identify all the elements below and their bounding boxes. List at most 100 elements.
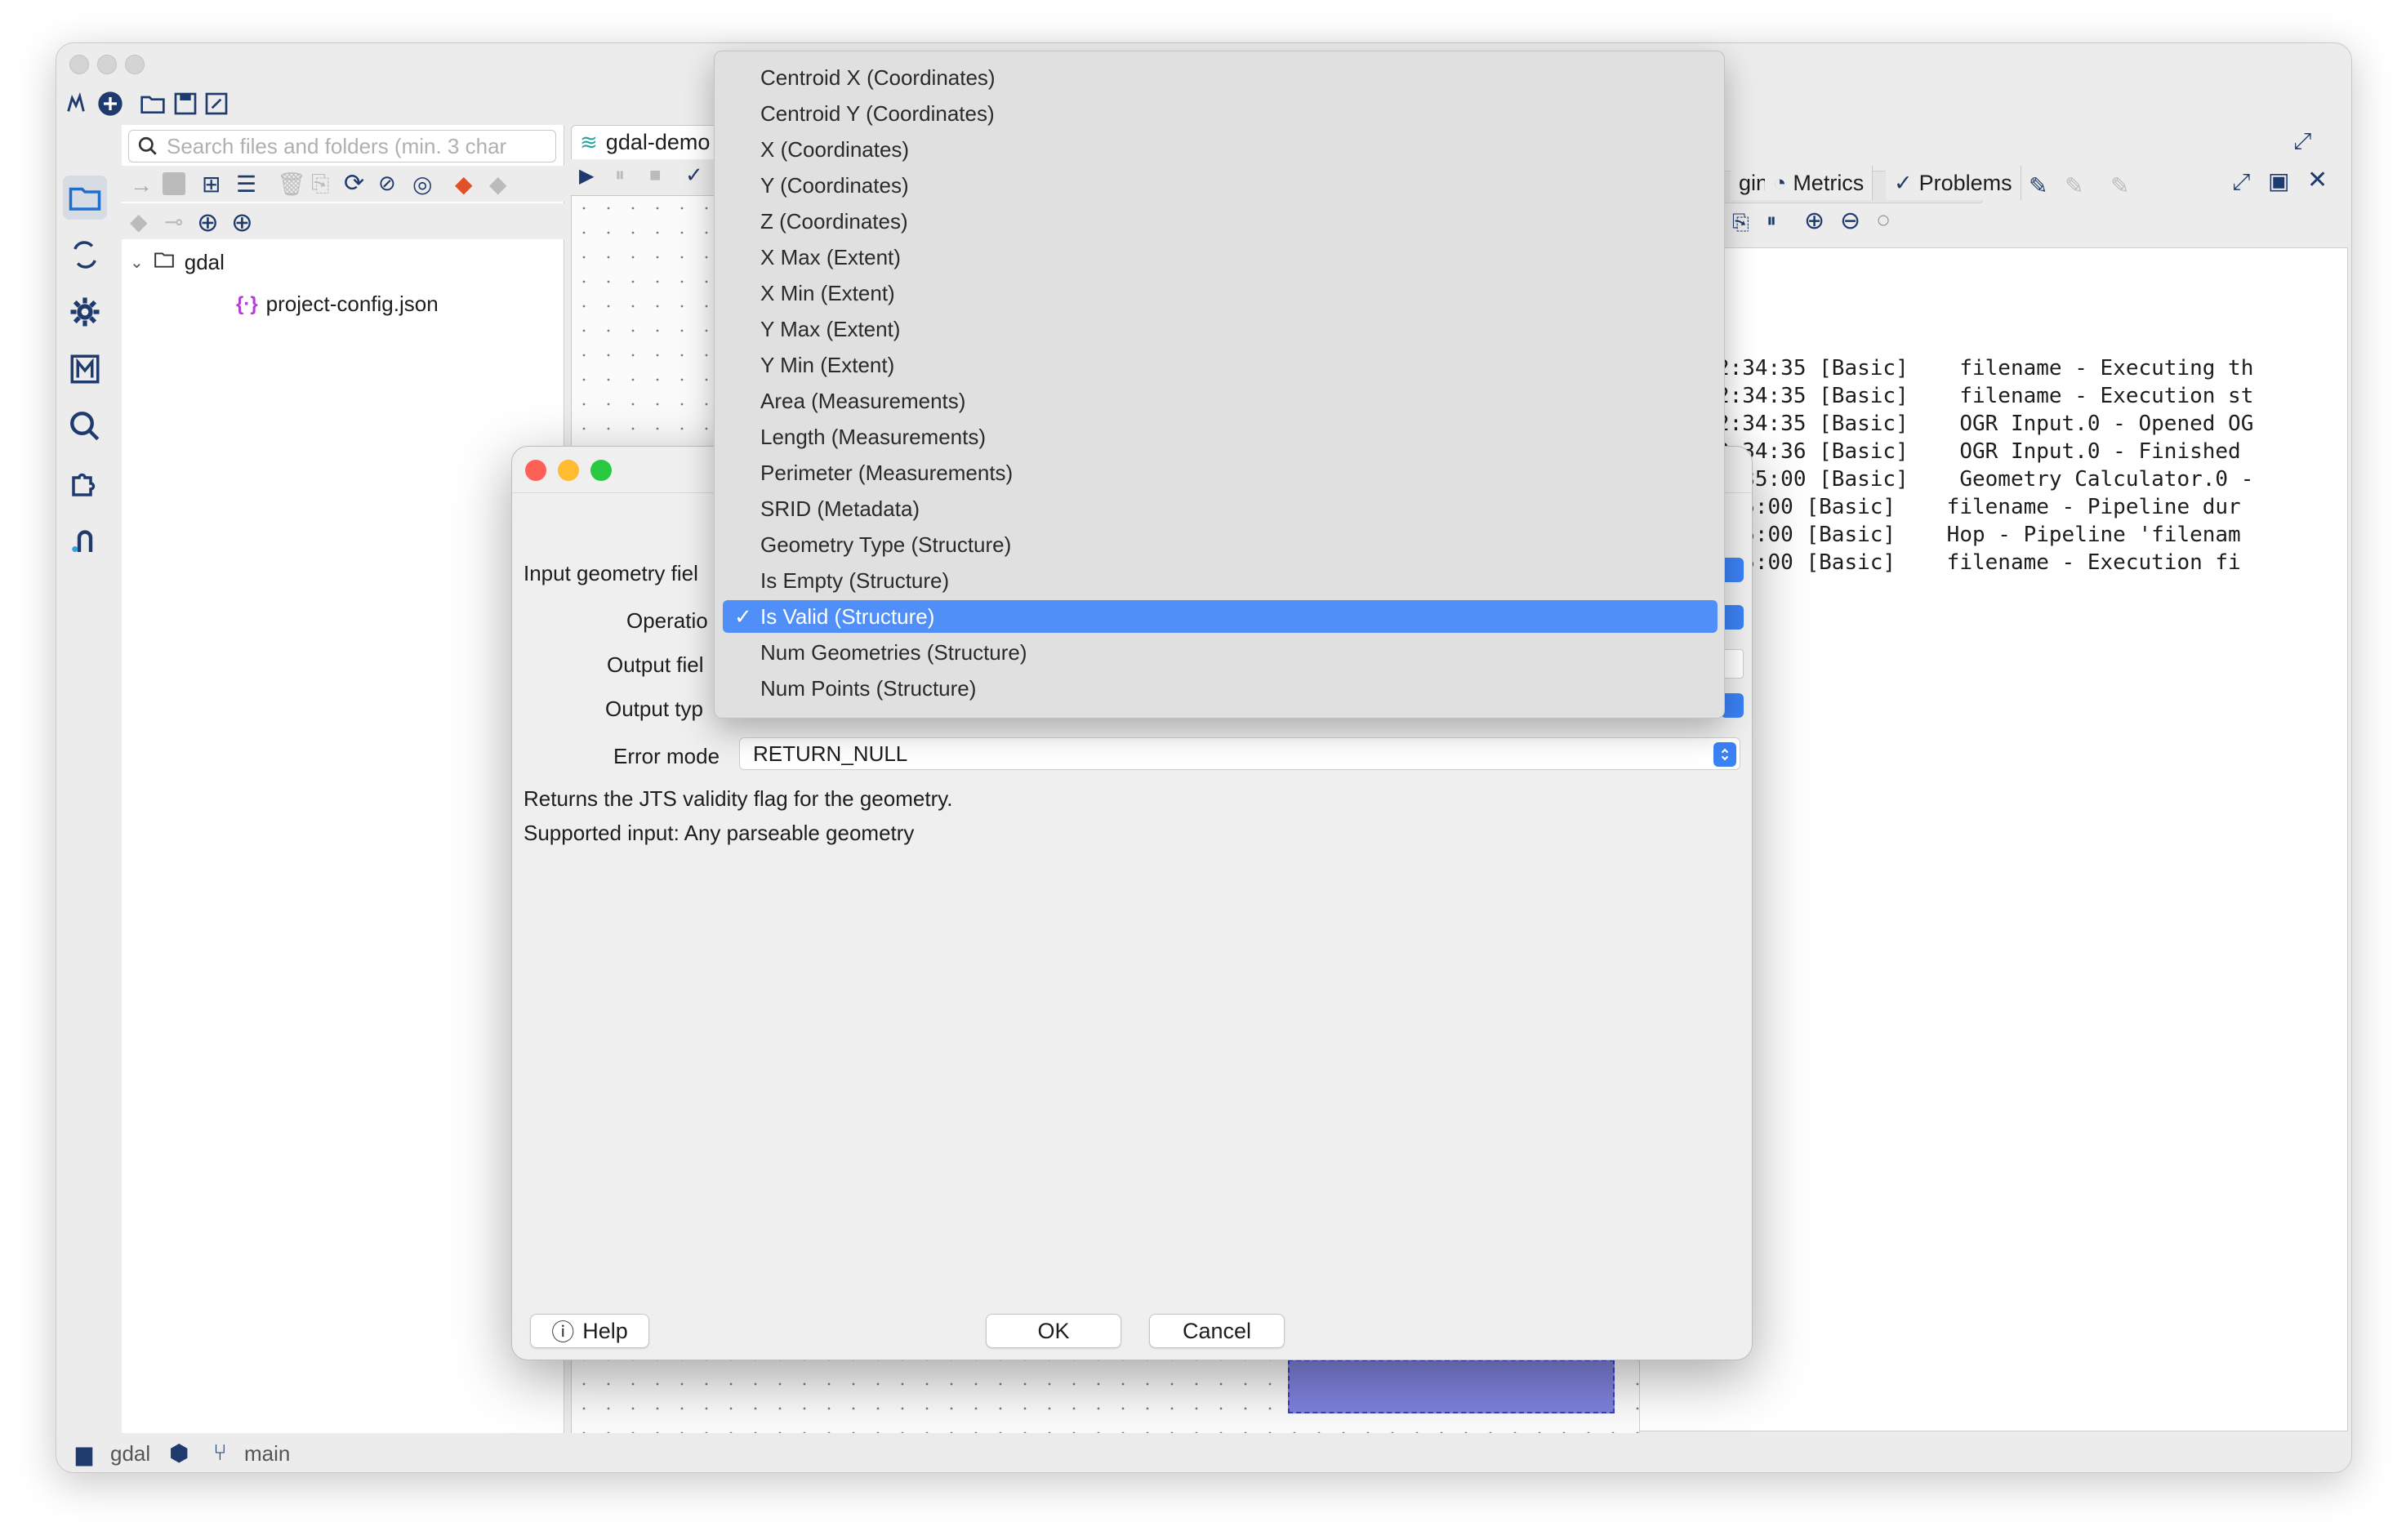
- stop-icon[interactable]: ■: [649, 164, 662, 187]
- dropdown-menu-item[interactable]: Y Min (Extent): [723, 349, 1718, 381]
- dialog-close-button[interactable]: [525, 460, 546, 481]
- tree-item-gdal[interactable]: ⌄ gdal: [130, 249, 225, 276]
- pull-down-icon[interactable]: ⊕: [231, 207, 253, 238]
- tree-item-label: gdal: [184, 250, 225, 274]
- metadata-icon[interactable]: [63, 347, 107, 391]
- help-button[interactable]: ⓘ Help: [530, 1314, 649, 1348]
- json-file-icon: {·}: [236, 292, 258, 315]
- search-perspective-icon[interactable]: [63, 404, 107, 448]
- canvas-selection-rectangle[interactable]: [1288, 1360, 1615, 1413]
- open-file-icon[interactable]: [140, 91, 166, 117]
- tab-metrics[interactable]: ◔ Metrics: [1765, 166, 1874, 200]
- dropdown-menu-item[interactable]: Centroid Y (Coordinates): [723, 97, 1718, 130]
- edit-icon[interactable]: ✎: [2029, 172, 2047, 199]
- explorer-perspective-icon[interactable]: [63, 176, 107, 220]
- log-line: 5/11 12:34:35 [Basic] filename - Executi…: [1640, 356, 2254, 381]
- dropdown-menu-item[interactable]: SRID (Metadata): [723, 492, 1718, 525]
- dropdown-menu-item[interactable]: X (Coordinates): [723, 133, 1718, 166]
- pause-log-icon[interactable]: ⏸: [1767, 210, 1776, 233]
- window-close-button[interactable]: [69, 55, 89, 74]
- plugins-puzzle-icon[interactable]: [63, 461, 107, 505]
- expand-icon[interactable]: ⤢: [2232, 169, 2250, 196]
- project-name[interactable]: gdal: [110, 1441, 150, 1467]
- dropdown-menu-item[interactable]: Area (Measurements): [723, 385, 1718, 417]
- commit-icon[interactable]: ⊸: [164, 208, 183, 235]
- dropdown-menu-item[interactable]: X Max (Extent): [723, 241, 1718, 274]
- explorer-toolbar-row-2: ◆ ⊸ ⊕ ⊕: [122, 203, 564, 239]
- dropdown-menu-item[interactable]: Perimeter (Measurements): [723, 456, 1718, 489]
- cancel-button[interactable]: Cancel: [1149, 1314, 1285, 1348]
- dropdown-menu-item[interactable]: Centroid X (Coordinates): [723, 61, 1718, 94]
- operation-dropdown-menu: Centroid X (Coordinates) Centroid Y (Coor…: [714, 51, 1725, 719]
- dialog-zoom-button[interactable]: [590, 460, 612, 481]
- push-up-icon[interactable]: ⊕: [197, 207, 219, 238]
- dropdown-menu-item-label: Is Empty (Structure): [760, 567, 950, 593]
- explorer-search-field[interactable]: [128, 130, 556, 162]
- output-field-label: Output fiel: [607, 652, 704, 677]
- dropdown-menu-item[interactable]: Geometry Type (Structure): [723, 528, 1718, 561]
- run-icon[interactable]: ▶: [579, 164, 594, 188]
- dropdown-menu-item-label: X (Coordinates): [760, 136, 910, 162]
- locate-icon[interactable]: ◎: [412, 171, 432, 198]
- check-icon[interactable]: ✓: [685, 162, 703, 188]
- dropdown-menu-item[interactable]: Y (Coordinates): [723, 169, 1718, 202]
- check-icon: ✓: [1894, 170, 1913, 195]
- window-zoom-button[interactable]: [125, 55, 145, 74]
- list-icon[interactable]: ☰: [236, 171, 256, 198]
- search-input[interactable]: [167, 134, 542, 158]
- zoom-out-icon[interactable]: ⊖: [1840, 207, 1860, 235]
- pause-icon[interactable]: ⏸: [615, 164, 625, 187]
- configuration-gear-icon[interactable]: [63, 290, 107, 334]
- tab-pipeline-editor[interactable]: ≋ gdal-demo: [571, 125, 723, 159]
- zoom-reset-icon[interactable]: ○: [1876, 207, 1891, 234]
- dropdown-menu-item[interactable]: X Min (Extent): [723, 277, 1718, 309]
- tab-problems[interactable]: ✓ Problems: [1886, 166, 2021, 200]
- zoom-in-icon[interactable]: ⊕: [1804, 207, 1825, 235]
- new-file-icon[interactable]: [97, 91, 123, 117]
- dialog-minimize-button[interactable]: [558, 460, 579, 481]
- tab-label: Problems: [1918, 170, 2012, 195]
- environment-cube-icon[interactable]: ⬢: [169, 1440, 189, 1467]
- dropdown-menu-item-label: X Max (Extent): [760, 244, 901, 269]
- copy-icon[interactable]: ⎘: [311, 171, 329, 198]
- log-line: 5/11 12:34:35 [Basic] filename - Executi…: [1640, 384, 2254, 408]
- copy-log-icon[interactable]: ⎘: [1732, 210, 1749, 236]
- gauge-icon: ◔: [1773, 170, 1787, 195]
- dropdown-menu-item[interactable]: Z (Coordinates): [723, 205, 1718, 238]
- dropdown-menu-item[interactable]: Num Geometries (Structure): [723, 636, 1718, 669]
- save-icon[interactable]: [172, 91, 198, 117]
- pin-icon[interactable]: ▣: [2268, 167, 2289, 194]
- new-folder-icon[interactable]: [163, 172, 185, 195]
- tree-item-project-config[interactable]: {·} project-config.json: [236, 292, 439, 317]
- edit-copy-icon[interactable]: ✎: [2065, 172, 2083, 199]
- dropdown-menu-item[interactable]: Y Max (Extent): [723, 313, 1718, 345]
- dropdown-menu-item-label: Length (Measurements): [760, 424, 987, 449]
- dropdown-menu-item[interactable]: Length (Measurements): [723, 421, 1718, 453]
- chevron-down-icon[interactable]: ⌄: [130, 252, 144, 273]
- up-down-chevron-icon: [1713, 742, 1736, 767]
- dropdown-menu-item[interactable]: ✓ Is Valid (Structure): [723, 600, 1718, 633]
- git-add-icon[interactable]: ◆: [489, 171, 507, 198]
- delete-icon[interactable]: 🗑: [277, 171, 306, 198]
- branch-name[interactable]: main: [244, 1441, 290, 1467]
- window-minimize-button[interactable]: [97, 55, 117, 74]
- git-revert-icon[interactable]: ◆: [130, 208, 148, 235]
- arrow-right-icon[interactable]: →: [130, 172, 153, 198]
- dropdown-menu-item[interactable]: Num Points (Structure): [723, 672, 1718, 705]
- hide-icon[interactable]: ⊘: [378, 171, 396, 196]
- hierarchy-icon[interactable]: ⊞: [202, 171, 221, 198]
- maximize-icon[interactable]: ⤢: [2293, 128, 2311, 155]
- edit-clear-icon[interactable]: ✎: [2110, 172, 2129, 199]
- tab-label: gdal-demo: [605, 130, 711, 154]
- log-toolbar: ⎘ ⏸ ⊕ ⊖ ○: [1724, 203, 1969, 243]
- close-icon[interactable]: ✕: [2307, 166, 2328, 194]
- git-perspective-icon[interactable]: [63, 519, 107, 563]
- save-as-icon[interactable]: [203, 91, 229, 117]
- error-mode-select[interactable]: RETURN_NULL: [739, 737, 1740, 770]
- dropdown-menu-item-label: Centroid Y (Coordinates): [760, 100, 995, 126]
- data-orchestration-icon[interactable]: [63, 233, 107, 277]
- git-icon[interactable]: ◆: [455, 171, 473, 198]
- ok-button[interactable]: OK: [986, 1314, 1121, 1348]
- dropdown-menu-item[interactable]: Is Empty (Structure): [723, 564, 1718, 597]
- refresh-icon[interactable]: ⟳: [344, 169, 364, 198]
